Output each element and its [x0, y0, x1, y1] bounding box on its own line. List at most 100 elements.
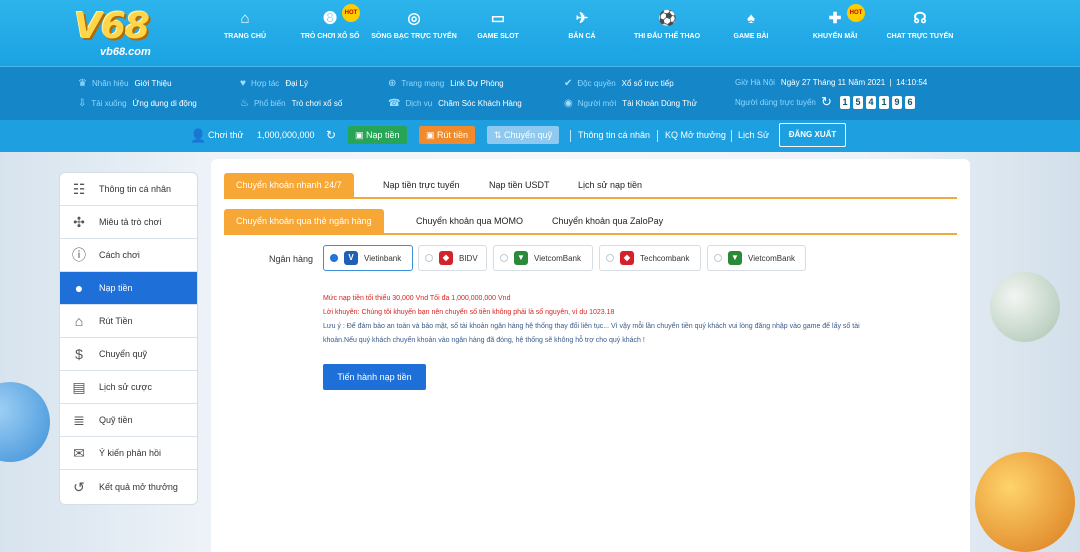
info-service[interactable]: ☎ Dịch vụ Chăm Sóc Khách Hàng: [388, 98, 522, 109]
bank-name: VietcomBank: [748, 253, 795, 263]
dollar-coin-icon: $: [75, 346, 83, 362]
online-counter: 1 5 4 1 9 6: [840, 96, 915, 109]
online-label: Người dùng trực tuyến: [735, 98, 816, 107]
username: Chơi thử: [208, 130, 244, 140]
counter-digit: 1: [879, 96, 889, 109]
lottery-ball-icon: ➑: [323, 10, 337, 27]
sidebar-item-feedback[interactable]: ✉ Ý kiến phản hồi: [60, 437, 197, 470]
nav-lottery[interactable]: HOT ➑ TRÒ CHƠI XỔ SỐ: [282, 4, 378, 41]
bank-option-techcombank[interactable]: ◆ Techcombank: [599, 245, 701, 271]
sidebar-item-label: Lịch sử cược: [99, 382, 152, 392]
radio-unselected[interactable]: [606, 254, 614, 262]
roulette-icon: ◎: [407, 10, 421, 27]
tab-fast-transfer[interactable]: Chuyển khoản nhanh 24/7: [224, 173, 354, 197]
info-value: Link Dự Phòng: [450, 79, 504, 88]
refresh-balance-icon[interactable]: ↻: [326, 128, 336, 142]
radio-unselected[interactable]: [714, 254, 722, 262]
hanoi-time: Giờ Hà Nội Ngày 27 Tháng 11 Năm 2021 | 14…: [735, 78, 928, 87]
history-icon: ↺: [73, 478, 85, 495]
sidebar-item-profile[interactable]: ☷ Thông tin cá nhân: [60, 173, 197, 206]
warning-note-line2: khoản.Nếu quý khách chuyển khoản vào ngâ…: [323, 337, 645, 344]
support-icon: ☎: [388, 98, 401, 109]
bank-option-vietcombank-2[interactable]: ▼ VietcomBank: [707, 245, 806, 271]
fire-icon: ♨: [240, 98, 249, 109]
logo-text: V68: [74, 6, 150, 47]
info-value: Xổ số trực tiếp: [621, 79, 674, 88]
bank-building-icon: ⌂: [74, 313, 84, 329]
nav-home[interactable]: ⌂ TRANG CHỦ: [197, 10, 293, 41]
hot-badge: HOT: [342, 4, 360, 22]
counter-digit: 5: [853, 96, 863, 109]
tab-deposit-history[interactable]: Lịch sử nạp tiền: [566, 173, 654, 197]
counter-digit: 4: [866, 96, 876, 109]
heart-icon: ♥: [240, 78, 246, 89]
history-link[interactable]: Lịch Sử: [738, 130, 769, 140]
sidebar-item-withdraw[interactable]: ⌂ Rút Tiền: [60, 305, 197, 338]
profile-link[interactable]: Thông tin cá nhân: [578, 130, 650, 140]
nav-fishing[interactable]: ✈ BẮN CÁ: [534, 10, 630, 41]
sidebar-item-game-description[interactable]: ✣ Miêu tả trò chơi: [60, 206, 197, 239]
logout-button[interactable]: ĐĂNG XUẤT: [779, 123, 846, 147]
sidebar-item-label: Rút Tiền: [99, 316, 133, 326]
account-sidebar: ☷ Thông tin cá nhân ✣ Miêu tả trò chơi ⓘ Cá…: [59, 172, 198, 505]
info-brand[interactable]: ♛ Nhãn hiệu Giới Thiệu: [78, 78, 172, 89]
bank-option-bidv[interactable]: ◆ BIDV: [418, 245, 487, 271]
sidebar-item-label: Thông tin cá nhân: [99, 184, 172, 194]
sidebar-item-results[interactable]: ↺ Kết quả mở thưởng: [60, 470, 197, 503]
sidebar-item-bet-history[interactable]: ▤ Lịch sử cược: [60, 371, 197, 404]
thumbs-up-icon: ✔: [564, 78, 573, 89]
tab-bank-card[interactable]: Chuyển khoản qua thẻ ngân hàng: [224, 209, 384, 233]
advice-note: Lời khuyên: Chúng tôi khuyến bạn nên chu…: [323, 309, 615, 316]
gift-icon: ✚: [828, 10, 842, 27]
info-value: Ứng dụng di động: [132, 99, 197, 108]
sidebar-item-label: Quỹ tiền: [99, 415, 133, 425]
info-download[interactable]: ⇩ Tải xuống Ứng dụng di động: [78, 98, 197, 109]
profile-card-icon: ☷: [72, 181, 86, 197]
site-logo[interactable]: V68 vb68.com: [74, 6, 186, 62]
vietcombank-logo-icon: ▼: [728, 251, 742, 265]
tab-zalopay[interactable]: Chuyển khoản qua ZaloPay: [540, 209, 675, 233]
tab-momo[interactable]: Chuyển khoản qua MOMO: [404, 209, 535, 233]
info-partner[interactable]: ♥ Hợp tác Đại Lý: [240, 78, 308, 89]
soccer-ball-icon: ⚽: [658, 10, 677, 27]
withdraw-label: Rút tiền: [437, 130, 469, 140]
submit-deposit-button[interactable]: Tiến hành nạp tiền: [323, 364, 426, 390]
info-popular[interactable]: ♨ Phổ biến Trò chơi xổ số: [240, 98, 342, 109]
info-exclusive[interactable]: ✔ Độc quyền Xổ số trực tiếp: [564, 78, 674, 89]
nav-label: GAME SLOT: [477, 33, 519, 40]
sidebar-item-funds[interactable]: ≣ Quỹ tiền: [60, 404, 197, 437]
fish-icon: ✈: [575, 10, 589, 27]
counter-digit: 6: [905, 96, 915, 109]
nav-card-games[interactable]: ♠ GAME BÀI: [703, 10, 799, 41]
radio-selected[interactable]: [330, 254, 338, 262]
info-new-user[interactable]: ◉ Người mới Tài Khoản Dùng Thử: [564, 98, 697, 109]
divider: [570, 130, 571, 142]
bank-option-vietinbank[interactable]: V Vietinbank: [323, 245, 413, 271]
time-value: 14:10:54: [896, 78, 928, 87]
deposit-button[interactable]: ▣ Nạp tiền: [348, 126, 407, 144]
chat-bubble-icon: ✉: [73, 445, 85, 461]
tab-online-deposit[interactable]: Nạp tiền trực tuyến: [371, 173, 472, 197]
sidebar-item-how-to-play[interactable]: ⓘ Cách chơi: [60, 239, 197, 272]
sidebar-item-deposit[interactable]: ● Nạp tiền: [60, 272, 197, 305]
info-website[interactable]: ⊕ Trang mạng Link Dự Phòng: [388, 78, 504, 89]
radio-unselected[interactable]: [425, 254, 433, 262]
sidebar-item-transfer[interactable]: $ Chuyển quỹ: [60, 338, 197, 371]
decor-ball: [975, 452, 1075, 552]
withdraw-button[interactable]: ▣ Rút tiền: [419, 126, 476, 144]
nav-slot[interactable]: ▭ GAME SLOT: [450, 10, 546, 41]
refresh-icon[interactable]: ↻: [821, 94, 832, 110]
nav-live-casino[interactable]: ◎ SÒNG BẠC TRỰC TUYẾN: [366, 10, 462, 41]
info-key: Dịch vụ: [405, 99, 433, 108]
nav-sports[interactable]: ⚽ THI ĐẤU THỂ THAO: [619, 10, 715, 41]
transfer-button[interactable]: ⇅ Chuyển quỹ: [487, 126, 560, 144]
radio-unselected[interactable]: [500, 254, 508, 262]
nav-live-chat[interactable]: ☊ CHAT TRỰC TUYẾN: [872, 10, 968, 41]
tab-usdt-deposit[interactable]: Nạp tiền USDT: [477, 173, 562, 197]
results-link[interactable]: KQ Mở thưởng: [665, 130, 726, 140]
nav-promotions[interactable]: HOT ✚ KHUYẾN MÃI: [787, 4, 883, 41]
transfer-label: Chuyển quỹ: [504, 130, 553, 140]
bank-option-vietcombank[interactable]: ▼ VietcomBank: [493, 245, 593, 271]
info-value: Tài Khoản Dùng Thử: [622, 99, 697, 108]
vietcombank-logo-icon: ▼: [514, 251, 528, 265]
